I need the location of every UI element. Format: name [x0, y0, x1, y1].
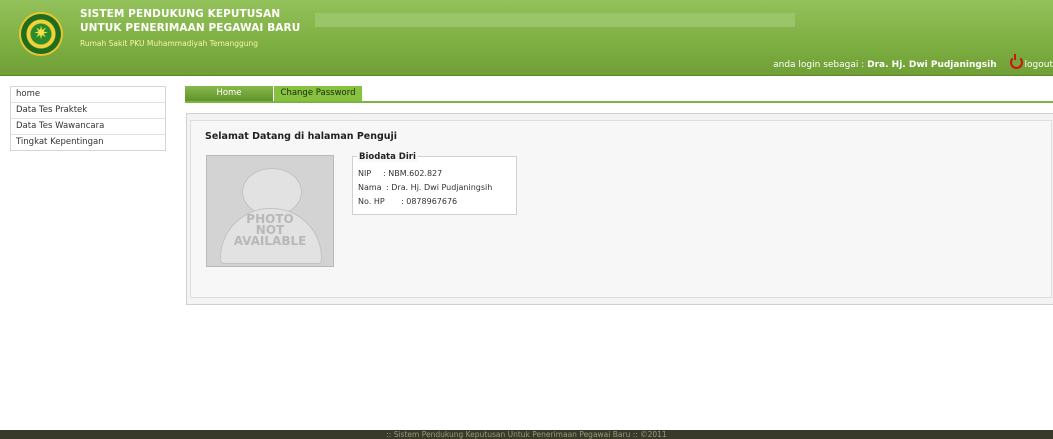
tab-home[interactable]: Home: [185, 86, 273, 101]
biodata-fieldset: Biodata Diri NIP : NBM.602.827 Nama : Dra.…: [352, 152, 517, 215]
login-prefix: anda login sebagai :: [773, 60, 868, 70]
power-icon[interactable]: [1009, 54, 1023, 69]
hp-label: No. HP: [358, 197, 385, 206]
login-info: anda login sebagai : Dra. Hj. Dwi Pudjan…: [773, 54, 1053, 70]
muhammadiyah-logo-icon: ✷: [21, 14, 61, 54]
biodata-legend: Biodata Diri: [357, 152, 418, 162]
sidebar-item-tingkat-kepentingan[interactable]: Tingkat Kepentingan: [11, 135, 165, 150]
app-title-line2: UNTUK PENERIMAAN PEGAWAI BARU: [80, 22, 301, 34]
hp-value: : 0878967676: [401, 197, 458, 206]
photo-not-available-text: PHOTO NOT AVAILABLE: [233, 212, 307, 248]
app-title-line1: SISTEM PENDUKUNG KEPUTUSAN: [80, 8, 281, 20]
logged-in-user: Dra. Hj. Dwi Pudjaningsih: [867, 60, 997, 70]
nip-value: : NBM.602.827: [383, 169, 443, 178]
tab-change-password[interactable]: Change Password: [274, 86, 362, 101]
sidebar-item-data-tes-praktek[interactable]: Data Tes Praktek: [11, 103, 165, 119]
logo-star-icon: ✷: [33, 23, 49, 44]
profile-photo-placeholder: PHOTO NOT AVAILABLE: [206, 155, 334, 267]
nama-label: Nama: [358, 183, 382, 192]
tab-underline: [185, 101, 1053, 103]
nama-value: : Dra. Hj. Dwi Pudjaningsih: [386, 183, 493, 192]
app-subtitle: Rumah Sakit PKU Muhammadiyah Temanggung: [80, 39, 259, 48]
logout-label[interactable]: logout: [1025, 60, 1053, 70]
nip-row: NIP : NBM.602.827: [358, 169, 442, 178]
hp-row: No. HP : 0878967676: [358, 197, 457, 206]
welcome-heading: Selamat Datang di halaman Penguji: [205, 131, 398, 142]
content-panel: Selamat Datang di halaman Penguji PHOTO …: [186, 113, 1053, 305]
header-decoration: [315, 13, 795, 27]
logout-link[interactable]: logout: [1000, 54, 1053, 70]
app-header: ✷ SISTEM PENDUKUNG KEPUTUSAN UNTUK PENER…: [0, 0, 1053, 76]
sidebar-item-home[interactable]: home: [11, 87, 165, 103]
footer: :: Sistem Pendukung Keputusan Untuk Pene…: [0, 430, 1053, 439]
content-inner: Selamat Datang di halaman Penguji PHOTO …: [190, 120, 1052, 298]
sidebar-item-data-tes-wawancara[interactable]: Data Tes Wawancara: [11, 119, 165, 135]
nip-label: NIP: [358, 169, 372, 178]
sidebar-menu: home Data Tes Praktek Data Tes Wawancara…: [10, 86, 166, 151]
nama-row: Nama : Dra. Hj. Dwi Pudjaningsih: [358, 183, 492, 192]
